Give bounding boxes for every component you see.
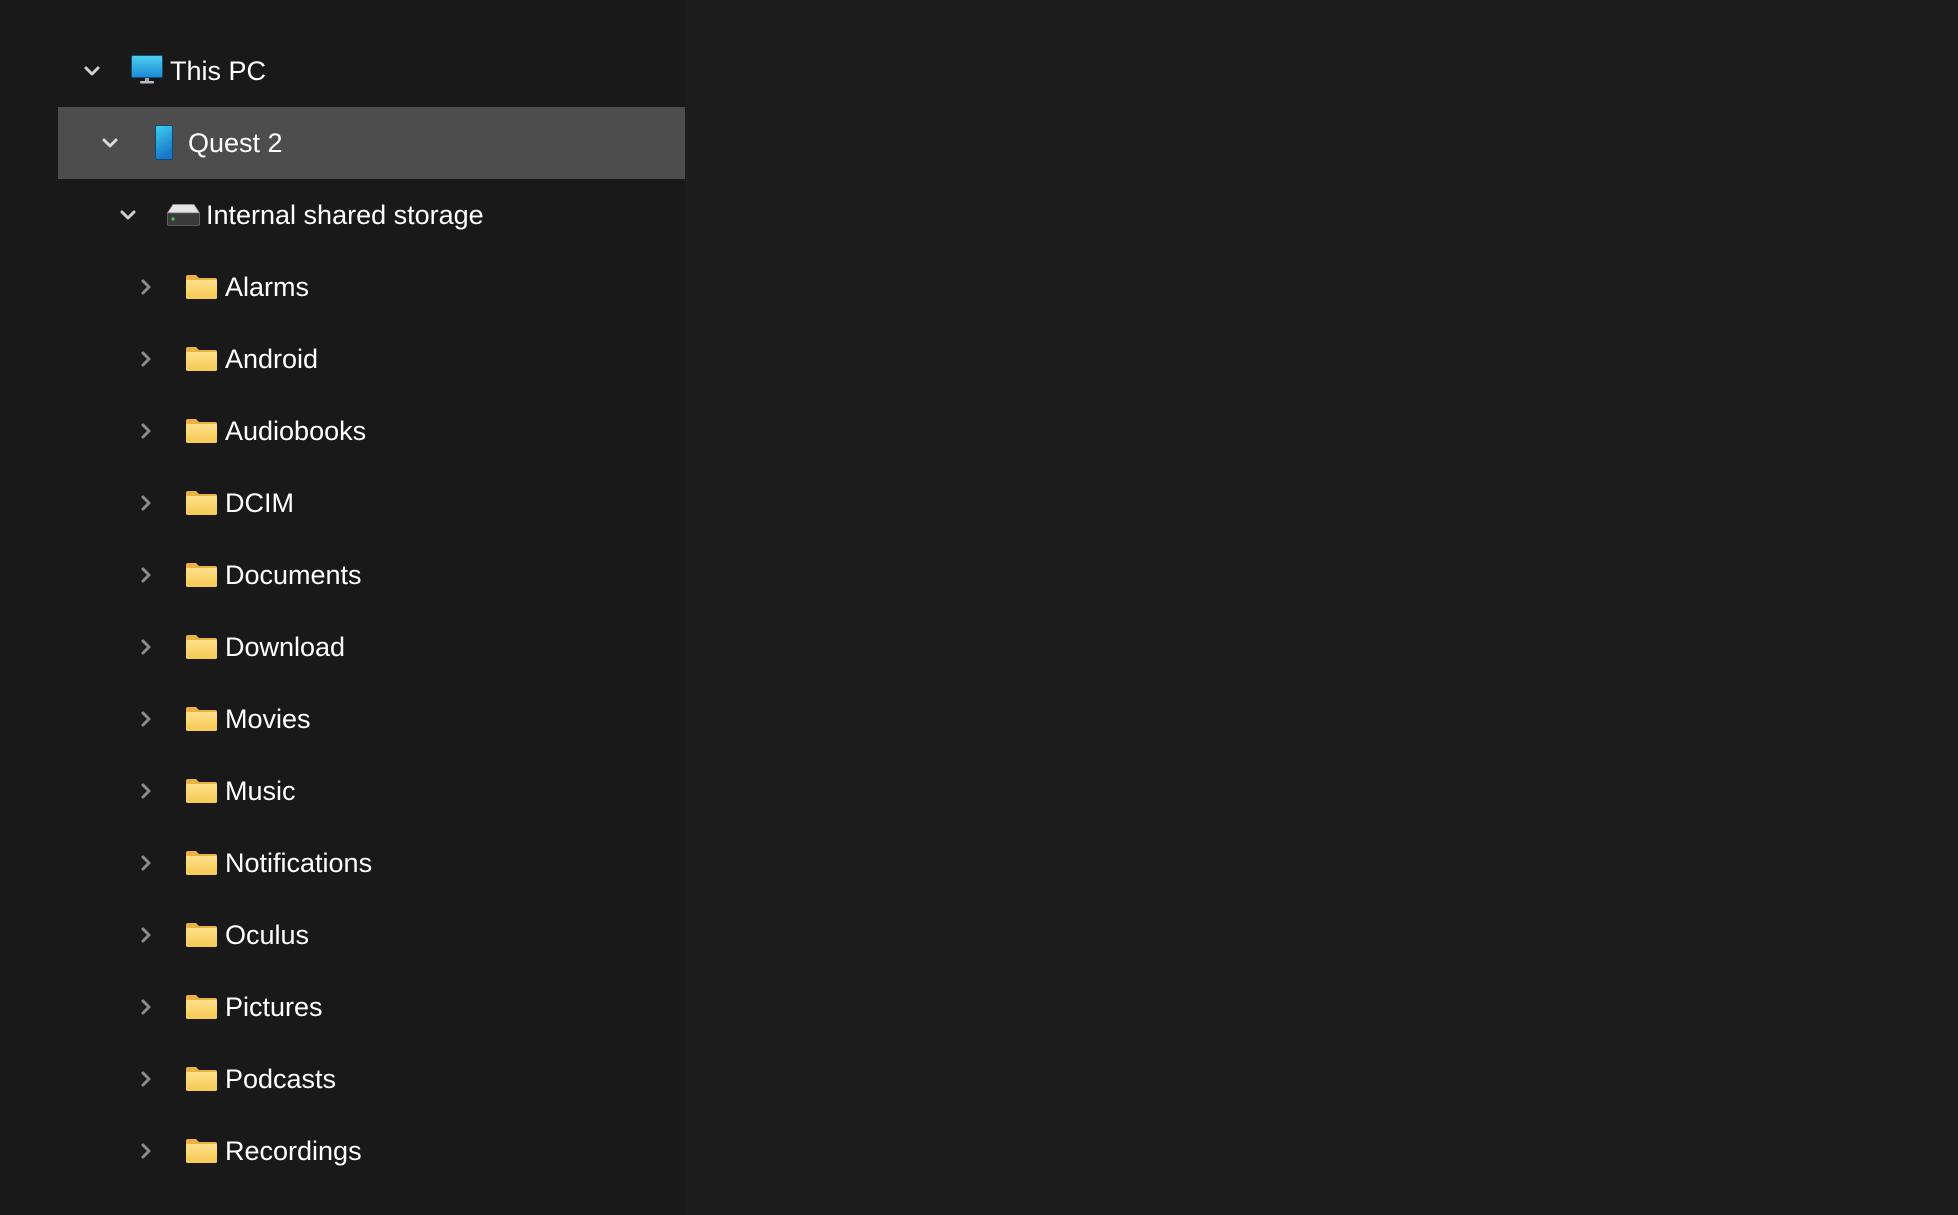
tree-item-label: Movies [225, 704, 311, 734]
chevron-right-icon[interactable] [132, 561, 160, 589]
tree-item-folder-android[interactable]: Android [58, 323, 685, 395]
tree-item-label: This PC [170, 56, 267, 86]
tree-item-folder-recordings[interactable]: Recordings [58, 1115, 685, 1187]
folder-icon [185, 850, 218, 876]
tree-item-folder-podcasts[interactable]: Podcasts [58, 1043, 685, 1115]
chevron-down-icon[interactable] [114, 201, 142, 229]
tree-item-folder-pictures[interactable]: Pictures [58, 971, 685, 1043]
tree-item-label: Recordings [225, 1136, 362, 1166]
folder-icon [185, 346, 218, 372]
tree-item-label: Internal shared storage [206, 200, 484, 230]
tree-item-label: Music [225, 776, 296, 806]
tree-item-label: Oculus [225, 920, 310, 950]
chevron-right-icon[interactable] [132, 273, 160, 301]
tree-item-folder-audiobooks[interactable]: Audiobooks [58, 395, 685, 467]
tree-item-label: Podcasts [225, 1064, 337, 1094]
folder-icon [185, 706, 218, 732]
tree-item-folder-documents[interactable]: Documents [58, 539, 685, 611]
folder-icon [185, 490, 218, 516]
folder-icon [185, 1138, 218, 1164]
folder-icon [185, 994, 218, 1020]
tree-item-label: Notifications [225, 848, 373, 878]
tree-item-label: Audiobooks [225, 416, 367, 446]
tree-item-folder-music[interactable]: Music [58, 755, 685, 827]
tree-item-folder-oculus[interactable]: Oculus [58, 899, 685, 971]
tree-item-label: Download [225, 632, 346, 662]
chevron-down-icon[interactable] [78, 57, 106, 85]
chevron-right-icon[interactable] [132, 633, 160, 661]
chevron-right-icon[interactable] [132, 345, 160, 373]
tree-item-internal-shared-storage[interactable]: Internal shared storage [58, 179, 685, 251]
navigation-pane: This PC Quest 2 Internal shared storage [0, 0, 687, 1215]
tree-item-label: Quest 2 [188, 128, 283, 158]
tree-item-folder-dcim[interactable]: DCIM [58, 467, 685, 539]
chevron-right-icon[interactable] [132, 1137, 160, 1165]
tree-item-this-pc[interactable]: This PC [58, 35, 685, 107]
content-pane [687, 0, 1958, 1215]
folder-icon [185, 634, 218, 660]
tree-item-quest-2[interactable]: Quest 2 [58, 107, 685, 179]
tree-item-label: Alarms [225, 272, 310, 302]
folder-icon [185, 418, 218, 444]
tree-item-label: DCIM [225, 488, 294, 518]
chevron-right-icon[interactable] [132, 489, 160, 517]
chevron-right-icon[interactable] [132, 417, 160, 445]
chevron-right-icon[interactable] [132, 921, 160, 949]
folder-icon [185, 778, 218, 804]
folder-icon [185, 1066, 218, 1092]
monitor-icon [131, 55, 163, 85]
phone-icon [155, 125, 173, 160]
chevron-right-icon[interactable] [132, 849, 160, 877]
chevron-right-icon[interactable] [132, 777, 160, 805]
tree-item-label: Pictures [225, 992, 323, 1022]
folder-icon [185, 562, 218, 588]
chevron-down-icon[interactable] [96, 129, 124, 157]
tree-item-folder-download[interactable]: Download [58, 611, 685, 683]
folder-icon [185, 922, 218, 948]
tree-item-folder-movies[interactable]: Movies [58, 683, 685, 755]
chevron-right-icon[interactable] [132, 993, 160, 1021]
chevron-right-icon[interactable] [132, 705, 160, 733]
tree-item-label: Documents [225, 560, 362, 590]
tree-item-label: Android [225, 344, 319, 374]
tree-item-folder-notifications[interactable]: Notifications [58, 827, 685, 899]
chevron-right-icon[interactable] [132, 1065, 160, 1093]
folder-icon [185, 274, 218, 300]
tree-item-folder-alarms[interactable]: Alarms [58, 251, 685, 323]
drive-icon [166, 204, 201, 226]
